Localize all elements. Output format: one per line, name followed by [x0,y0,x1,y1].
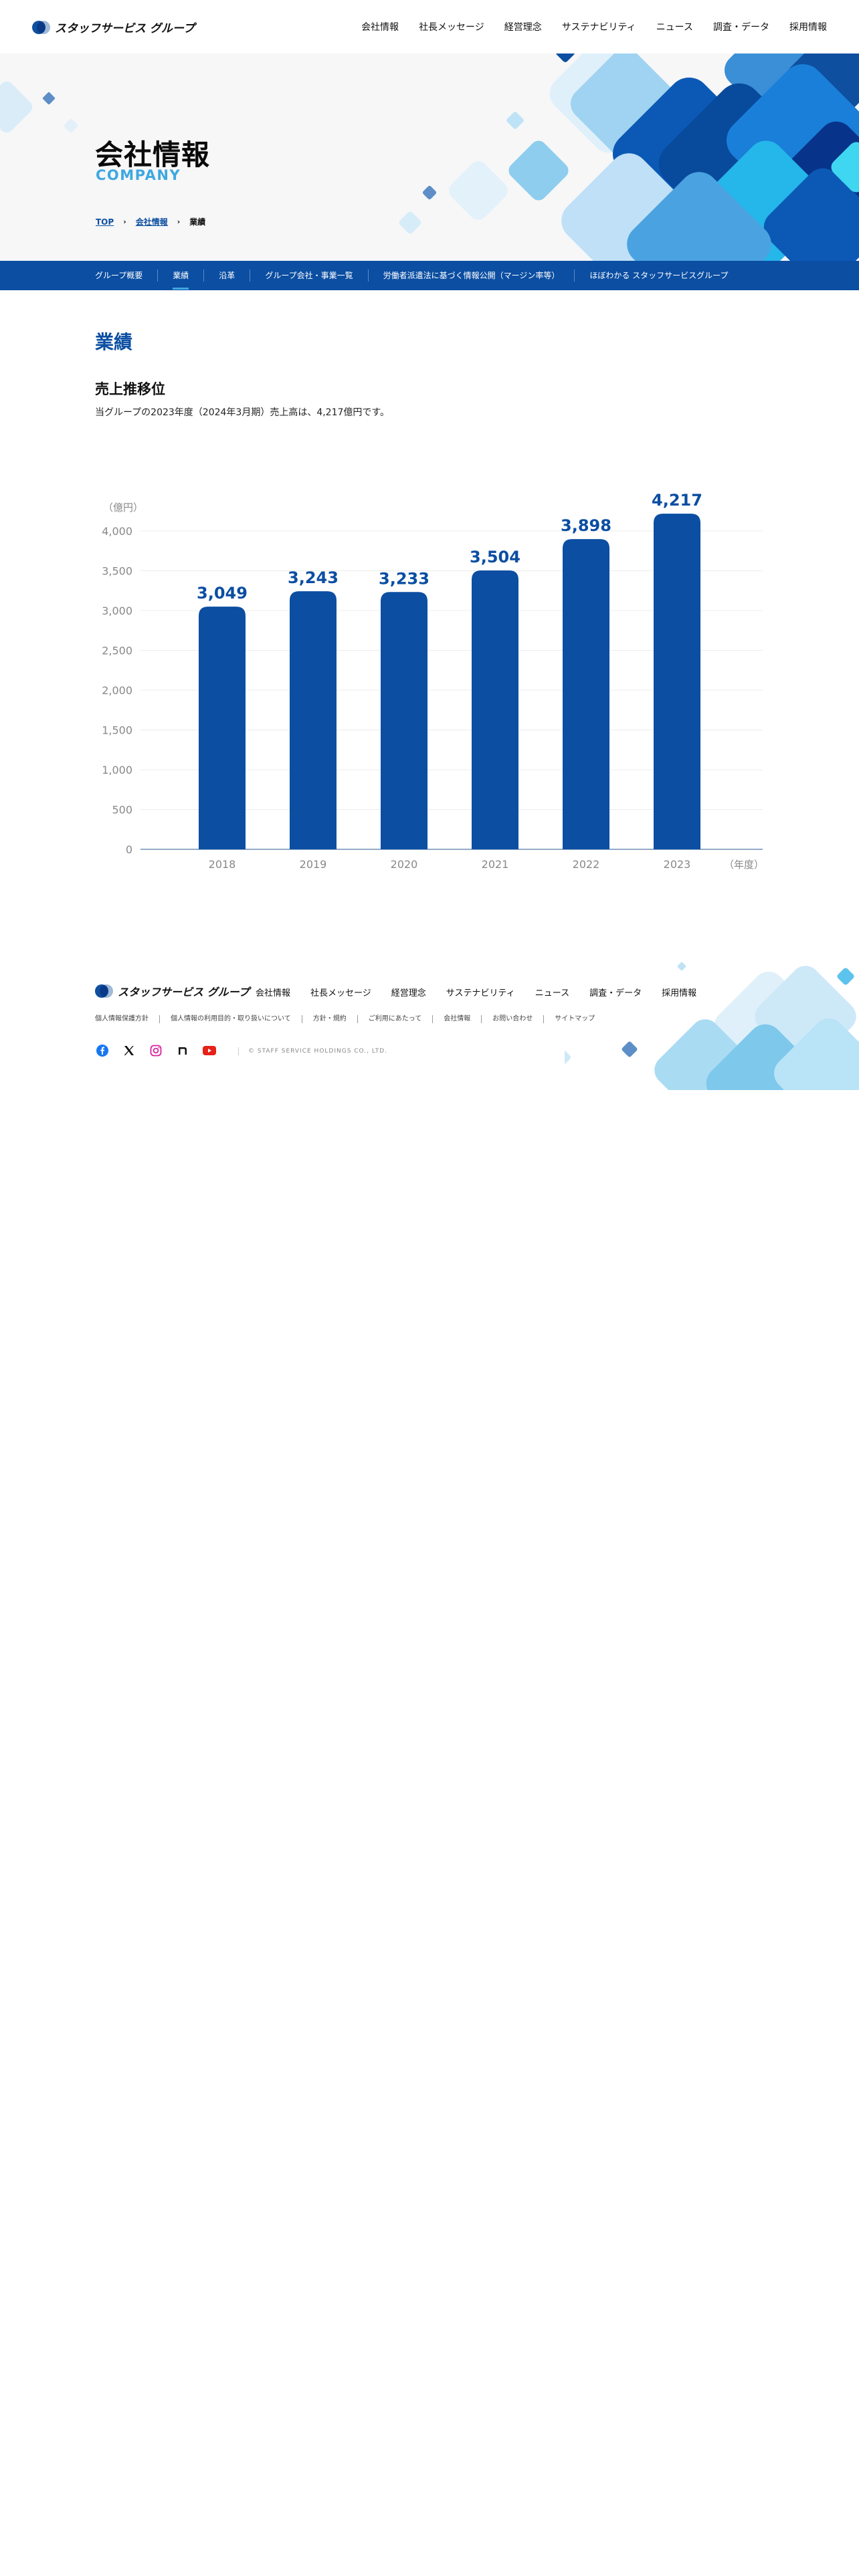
bar-value-label: 3,233 [379,569,430,588]
sales-lead-text: 当グループの2023年度（2024年3月期）売上高は、4,217億円です。 [95,407,390,418]
site-footer: スタッフサービス グループ 会社情報 社長メッセージ 経営理念 サステナビリティ… [0,956,859,1090]
sales-bar-chart: （億円） 0 500 1,000 1,500 2,000 2,500 3,000 3,500 4,… [102,491,764,871]
footer-logo-text: スタッフサービス グループ [118,986,250,998]
x-tick-label: 2020 [391,858,418,871]
x-icon[interactable] [122,1043,136,1058]
gnav-research[interactable]: 調査・データ [713,20,769,33]
note-icon[interactable] [175,1043,190,1058]
y-unit-label: （億円） [103,502,143,514]
y-tick-label: 1,500 [102,724,132,737]
chevron-right-icon: › [177,217,181,226]
gnav-company[interactable]: 会社情報 [361,20,399,33]
fnav-company[interactable]: 会社情報 [256,986,290,998]
subnav-history[interactable]: 沿革 [203,270,250,282]
breadcrumb-current: 業績 [189,217,206,227]
y-tick-label: 1,000 [102,764,132,776]
subnav-group-companies[interactable]: グループ会社・事業一覧 [250,270,367,282]
footer-decoration [565,962,859,1090]
footer-link-contact[interactable]: お問い合わせ [481,1015,543,1023]
logo-text: スタッフサービス グループ [55,22,195,35]
y-tick-label: 4,000 [102,525,132,538]
logo-mark-icon [32,20,50,35]
y-tick-label: 500 [112,804,132,817]
x-tick-label: 2021 [482,858,509,871]
breadcrumb-top[interactable]: TOP [96,217,114,227]
bar-2019 [290,591,337,849]
gnav-news[interactable]: ニュース [656,20,693,33]
section-subnav: グループ概要 業績 沿革 グループ会社・事業一覧 労働者派遣法に基づく情報公開（… [0,261,859,290]
y-tick-label: 0 [126,843,132,856]
chevron-right-icon: › [123,217,126,226]
fnav-sustainability[interactable]: サステナビリティ [446,986,515,998]
bar-2020 [381,592,427,849]
bar-2022 [563,539,609,849]
bar-2021 [472,570,518,849]
fnav-philosophy[interactable]: 経営理念 [391,986,426,998]
instagram-icon[interactable] [149,1043,163,1058]
footer-links: 個人情報保護方針 個人情報の利用目的・取り扱いについて 方針・規約 ご利用にあた… [95,1015,605,1023]
facebook-icon[interactable] [95,1043,110,1058]
logo-mark-icon [95,984,113,998]
breadcrumb-company[interactable]: 会社情報 [136,216,168,227]
subnav-overview[interactable]: グループ概要 [95,270,157,282]
gnav-sustainability[interactable]: サステナビリティ [562,20,636,33]
gnav-philosophy[interactable]: 経営理念 [504,20,542,33]
site-header: スタッフサービス グループ 会社情報 社長メッセージ 経営理念 サステナビリティ… [0,0,859,53]
fnav-message[interactable]: 社長メッセージ [310,986,371,998]
global-nav: 会社情報 社長メッセージ 経営理念 サステナビリティ ニュース 調査・データ 採… [361,20,827,33]
footer-link-company[interactable]: 会社情報 [432,1015,481,1023]
y-tick-label: 3,000 [102,605,132,617]
breadcrumb: TOP › 会社情報 › 業績 [96,216,205,227]
fnav-news[interactable]: ニュース [535,986,569,998]
bar-2023 [654,514,700,849]
bar-value-label: 3,049 [197,584,248,603]
bar-value-label: 4,217 [652,491,702,510]
hero-banner: 会社情報 COMPANY TOP › 会社情報 › 業績 [0,53,859,261]
site-logo[interactable]: スタッフサービス グループ [32,19,195,35]
footer-link-terms[interactable]: ご利用にあたって [357,1015,433,1023]
y-tick-label: 2,500 [102,645,132,657]
fnav-research[interactable]: 調査・データ [589,986,642,998]
youtube-icon[interactable] [202,1043,217,1058]
gnav-message[interactable]: 社長メッセージ [419,20,484,33]
footer-link-privacy[interactable]: 個人情報保護方針 [95,1015,159,1023]
page-subtitle: COMPANY [96,167,181,183]
footer-link-privacy-use[interactable]: 個人情報の利用目的・取り扱いについて [159,1015,302,1023]
sales-heading: 売上推移位 [95,381,165,397]
bar-value-label: 3,243 [288,568,339,587]
subnav-disclosure[interactable]: 労働者派遣法に基づく情報公開（マージン率等） [367,270,575,282]
section-title: 業績 [95,331,133,353]
footer-link-sitemap[interactable]: サイトマップ [543,1015,605,1023]
gnav-recruit[interactable]: 採用情報 [789,20,827,33]
x-tick-label: 2019 [300,858,327,871]
footer-nav: 会社情報 社長メッセージ 経営理念 サステナビリティ ニュース 調査・データ 採… [256,986,696,998]
copyright: © STAFF SERVICE HOLDINGS CO., LTD. [238,1047,387,1055]
subnav-about-group[interactable]: ほぼわかる スタッフサービスグループ [574,270,743,282]
fnav-recruit[interactable]: 採用情報 [662,986,696,998]
bar-value-label: 3,898 [561,516,611,535]
subnav-performance[interactable]: 業績 [157,270,203,290]
x-tick-label: 2018 [209,858,236,871]
bar-2018 [199,607,246,849]
bar-value-label: 3,504 [470,548,520,566]
x-tick-label: 2022 [573,858,600,871]
social-links [95,1043,217,1058]
y-tick-label: 3,500 [102,565,132,578]
x-tick-label: 2023 [664,858,691,871]
footer-logo[interactable]: スタッフサービス グループ [95,983,250,999]
footer-link-policy[interactable]: 方針・規約 [301,1015,357,1023]
y-tick-label: 2,000 [102,684,132,697]
x-unit-label: （年度） [724,859,764,871]
